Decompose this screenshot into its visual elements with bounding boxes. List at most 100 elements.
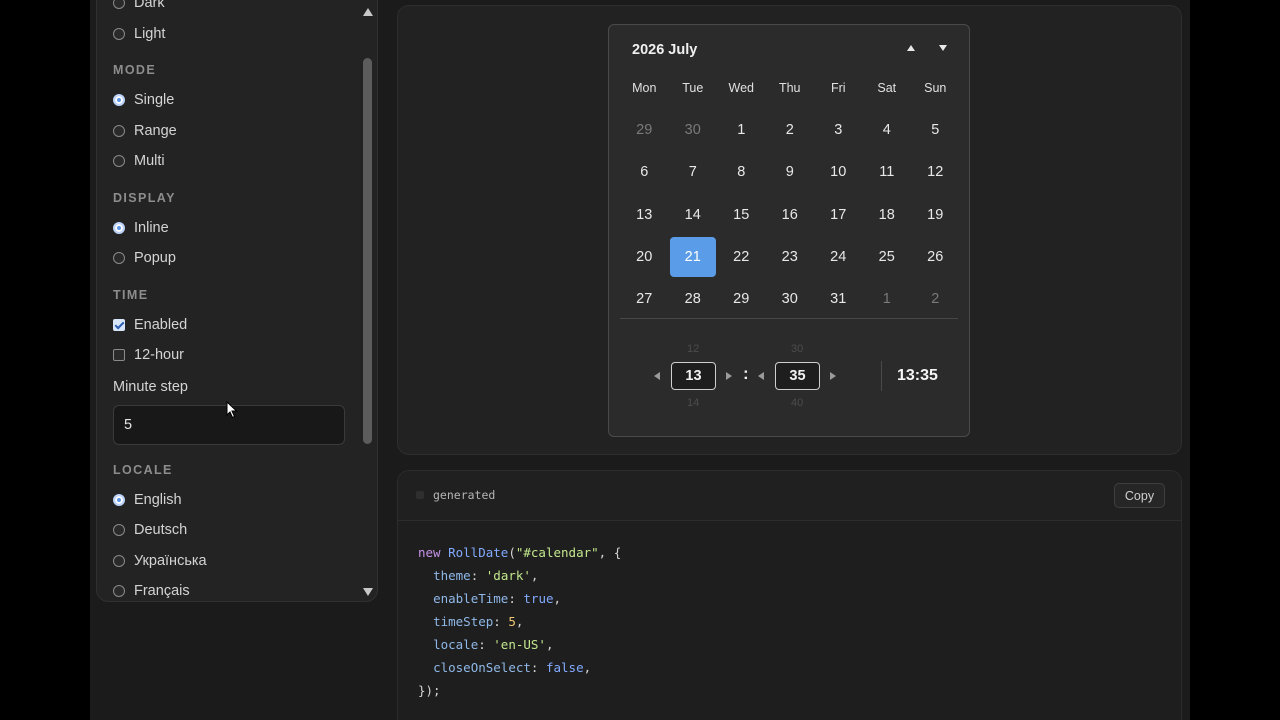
settings-list: Dark Light MODE Single Range Multi DISPL… [113,0,353,601]
calendar-day-number: 23 [781,249,798,266]
locale-option-english[interactable]: English [113,485,353,516]
display-popup-radio[interactable] [113,252,125,265]
minute-increment-icon[interactable] [830,372,836,380]
weekday-label: Tue [682,81,704,95]
calendar-day[interactable]: 20 [620,236,669,278]
theme-light-label: Light [134,25,166,42]
calendar-day[interactable]: 29 [620,109,669,151]
locale-ukrainian-radio[interactable] [113,554,125,567]
next-month-arrow-icon[interactable] [939,45,947,51]
code-token: "#calendar" [515,545,599,560]
calendar-day[interactable]: 2 [911,278,960,320]
locale-deutsch-label: Deutsch [134,522,188,539]
copy-button[interactable]: Copy [1114,483,1165,508]
calendar-day-number: 28 [684,291,701,308]
calendar-day[interactable]: 5 [911,109,960,151]
locale-option-french[interactable]: Français [113,576,353,601]
locale-french-radio[interactable] [113,585,125,598]
time-enabled-label: Enabled [134,316,188,333]
mode-option-multi[interactable]: Multi [113,146,353,177]
mode-range-radio[interactable] [113,124,125,137]
code-token: locale [433,637,479,652]
code-token: 'dark' [485,568,531,583]
calendar-day[interactable]: 19 [911,194,960,236]
calendar-day-number: 5 [931,122,940,139]
mode-section-title: MODE [113,63,157,77]
mode-option-single[interactable]: Single [113,85,353,116]
display-option-inline[interactable]: Inline [113,213,353,244]
calendar-day-number: 14 [684,206,701,223]
theme-option-dark[interactable]: Dark [113,0,353,19]
calendar-day[interactable]: 1 [717,109,766,151]
calendar-day[interactable]: 18 [863,194,912,236]
hour-increment-icon[interactable] [726,372,732,380]
calendar-month-title[interactable]: 2026 July [632,42,697,58]
calendar-day[interactable]: 24 [814,236,863,278]
calendar-day[interactable]: 11 [863,151,912,193]
calendar-day[interactable]: 14 [669,194,718,236]
time-enabled-checkbox[interactable] [113,318,125,331]
minute-decrement-icon[interactable] [758,372,764,380]
calendar-day[interactable]: 15 [717,194,766,236]
calendar-day[interactable]: 31 [814,278,863,320]
hour-decrement-icon[interactable] [654,372,660,380]
settings-scrollbar[interactable] [361,6,375,598]
calendar-day[interactable]: 30 [669,109,718,151]
calendar-day[interactable]: 30 [766,278,815,320]
calendar-day-selected[interactable]: 21 [669,236,718,278]
time-12hour-label: 12-hour [134,347,184,364]
code-token: 'en-US' [493,637,546,652]
calendar-day[interactable]: 1 [863,278,912,320]
mode-multi-label: Multi [134,153,165,170]
hour-value[interactable]: 13 [671,362,716,390]
calendar-day[interactable]: 10 [814,151,863,193]
calendar-day[interactable]: 13 [620,194,669,236]
display-inline-radio[interactable] [113,221,125,234]
calendar-day[interactable]: 2 [766,109,815,151]
scroll-up-arrow-icon[interactable] [363,8,373,16]
locale-option-ukrainian[interactable]: Українська [113,546,353,577]
time-section-title: TIME [113,287,149,302]
time-12hour-option[interactable]: 12-hour [113,340,353,371]
mode-multi-radio[interactable] [113,155,125,168]
calendar-day[interactable]: 26 [911,236,960,278]
locale-option-deutsch[interactable]: Deutsch [113,515,353,546]
theme-light-radio[interactable] [113,27,125,40]
previous-month-arrow-icon[interactable] [907,45,915,51]
calendar-day[interactable]: 29 [717,278,766,320]
code-panel-header: generated Copy [398,471,1181,521]
display-option-popup[interactable]: Popup [113,243,353,274]
calendar-day[interactable]: 12 [911,151,960,193]
calendar-day[interactable]: 6 [620,151,669,193]
time-12hour-checkbox[interactable] [113,349,125,362]
calendar-day[interactable]: 16 [766,194,815,236]
theme-dark-radio[interactable] [113,0,125,10]
scrollbar-thumb[interactable] [363,58,372,444]
mode-single-radio[interactable] [113,94,125,107]
code-token: true [523,591,554,606]
mode-option-range[interactable]: Range [113,116,353,147]
theme-option-light[interactable]: Light [113,19,353,50]
weekday-label: Mon [632,81,657,95]
calendar-day-number: 31 [830,291,847,308]
scroll-down-arrow-icon[interactable] [363,588,373,596]
minute-value[interactable]: 35 [775,362,820,390]
calendar-day[interactable]: 4 [863,109,912,151]
calendar-day[interactable]: 27 [620,278,669,320]
calendar-day[interactable]: 7 [669,151,718,193]
locale-english-radio[interactable] [113,493,125,506]
calendar-day[interactable]: 8 [717,151,766,193]
calendar-day[interactable]: 17 [814,194,863,236]
locale-ukrainian-label: Українська [134,552,207,569]
display-inline-label: Inline [134,219,169,236]
calendar-day[interactable]: 3 [814,109,863,151]
time-enabled-option[interactable]: Enabled [113,310,353,341]
calendar-day[interactable]: 9 [766,151,815,193]
calendar-day[interactable]: 28 [669,278,718,320]
calendar-day[interactable]: 22 [717,236,766,278]
calendar-day[interactable]: 25 [863,236,912,278]
locale-deutsch-radio[interactable] [113,524,125,537]
locale-section-title: LOCALE [113,462,173,477]
display-section-title: DISPLAY [113,190,176,205]
calendar-day[interactable]: 23 [766,236,815,278]
